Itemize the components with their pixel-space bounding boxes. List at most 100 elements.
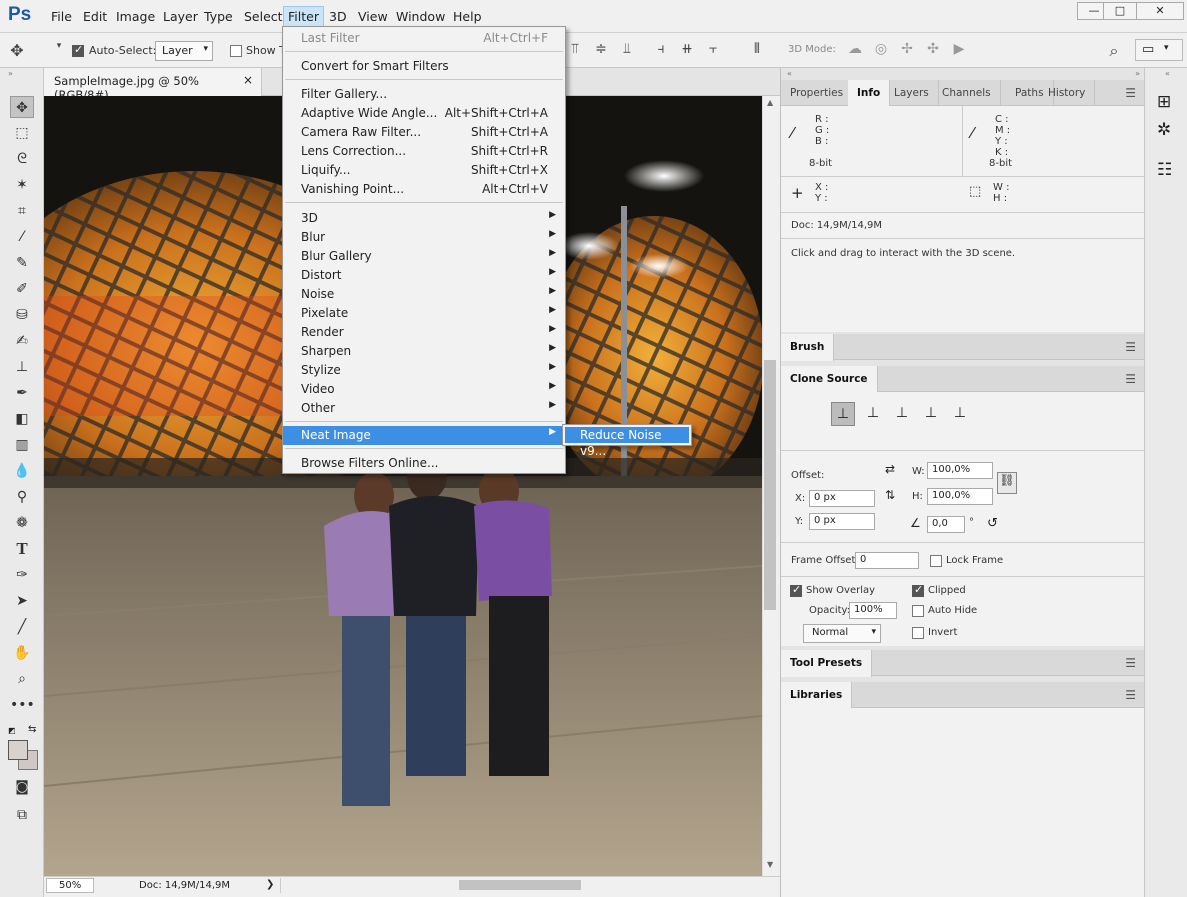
screen-mode-icon[interactable]: ⧉ <box>10 804 34 826</box>
path-selection-tool-icon[interactable]: ➤ <box>10 590 34 612</box>
zoom-tool-icon[interactable]: ⌕ <box>10 668 34 690</box>
panel-menu-icon[interactable]: ☰ <box>1125 656 1136 670</box>
tab-clone-source[interactable]: Clone Source <box>781 366 878 393</box>
height-scale-input[interactable]: 100,0% <box>927 488 993 505</box>
menu-item-liquify[interactable]: Liquify... Shift+Ctrl+X <box>283 161 565 180</box>
clone-source-3-icon[interactable]: ⊥ <box>890 402 914 426</box>
drag-3d-icon[interactable]: ✢ <box>898 41 916 59</box>
distribute-icon[interactable]: ⫴ <box>748 41 766 59</box>
eyedropper-tool-icon[interactable]: ⁄ <box>10 226 34 248</box>
panel-menu-icon[interactable]: ☰ <box>1125 688 1136 702</box>
link-chain-icon[interactable]: ⛓ <box>997 472 1017 494</box>
panel-menu-icon[interactable]: ☰ <box>1125 372 1136 386</box>
menu-item-distort[interactable]: Distort ▶ <box>283 266 565 285</box>
menu-view[interactable]: View <box>355 9 391 24</box>
tab-channels[interactable]: Channels <box>933 80 1001 106</box>
flip-horizontal-icon[interactable]: ⇄ <box>885 462 895 476</box>
history-brush-tool-icon[interactable]: ✍ <box>10 330 34 352</box>
tab-brush[interactable]: Brush <box>781 334 835 361</box>
eraser-tool-icon[interactable]: ◧ <box>10 408 34 430</box>
y-offset-input[interactable]: 0 px <box>809 513 875 530</box>
menu-layer[interactable]: Layer <box>160 9 201 24</box>
scroll-up-icon[interactable]: ▲ <box>767 98 773 107</box>
gradient-tool-icon[interactable]: ▥ <box>10 434 34 456</box>
scroll-down-icon[interactable]: ▼ <box>767 860 773 869</box>
invert-checkbox[interactable] <box>912 626 924 639</box>
art-history-brush-icon[interactable]: ✒ <box>10 382 34 404</box>
expand-panels-icon[interactable]: « <box>1165 69 1170 78</box>
show-transform-check[interactable] <box>230 44 242 57</box>
menu-item-video[interactable]: Video ▶ <box>283 380 565 399</box>
align-vertical-center-icon[interactable]: ≑ <box>592 41 610 59</box>
menu-item-filter-gallery[interactable]: Filter Gallery... <box>283 85 565 104</box>
horizontal-scrollbar[interactable] <box>280 878 758 893</box>
opacity-input[interactable]: 100% <box>849 602 897 619</box>
menu-window[interactable]: Window <box>393 9 448 24</box>
close-window-button[interactable]: ✕ <box>1136 2 1184 20</box>
lasso-tool-icon[interactable]: ᘓ <box>10 148 34 170</box>
menu-item-browse-filters-online[interactable]: Browse Filters Online... <box>283 454 565 473</box>
menu-select[interactable]: Select <box>241 9 286 24</box>
line-tool-icon[interactable]: ╱ <box>10 616 34 638</box>
move-tool-icon[interactable]: ✥ <box>8 41 26 60</box>
menu-item-convert-smart-filters[interactable]: Convert for Smart Filters <box>283 57 565 76</box>
x-offset-input[interactable]: 0 px <box>809 490 875 507</box>
panel-menu-icon[interactable]: ☰ <box>1125 340 1136 354</box>
width-scale-input[interactable]: 100,0% <box>927 462 993 479</box>
video-3d-icon[interactable]: ▶ <box>950 41 968 59</box>
menu-item-render[interactable]: Render ▶ <box>283 323 565 342</box>
menu-item-camera-raw[interactable]: Camera Raw Filter... Shift+Ctrl+A <box>283 123 565 142</box>
navigator-icon[interactable]: ✲ <box>1157 120 1171 140</box>
menu-image[interactable]: Image <box>113 9 158 24</box>
tab-tool-presets[interactable]: Tool Presets <box>781 650 873 677</box>
histogram-grid-icon[interactable]: ⊞ <box>1157 92 1171 112</box>
swap-colors-icon[interactable]: ⇆ <box>28 724 36 735</box>
hand-tool-icon[interactable]: ✋ <box>10 642 34 664</box>
clipped-checkbox[interactable] <box>912 583 924 597</box>
flip-vertical-icon[interactable]: ⇅ <box>885 488 895 502</box>
menu-item-stylize[interactable]: Stylize ▶ <box>283 361 565 380</box>
menu-item-blur[interactable]: Blur ▶ <box>283 228 565 247</box>
blend-mode-dropdown[interactable]: Normal ▾ <box>803 624 881 643</box>
clone-source-4-icon[interactable]: ⊥ <box>919 402 943 426</box>
menu-item-blur-gallery[interactable]: Blur Gallery ▶ <box>283 247 565 266</box>
quick-mask-icon[interactable]: ◙ <box>10 776 34 798</box>
clone-stamp-tool-icon[interactable]: ⛁ <box>10 304 34 326</box>
blur-tool-icon[interactable]: 💧 <box>10 460 34 482</box>
menu-3d[interactable]: 3D <box>326 9 350 24</box>
menu-item-adaptive-wide-angle[interactable]: Adaptive Wide Angle... Alt+Shift+Ctrl+A <box>283 104 565 123</box>
sponge-tool-icon[interactable]: ❁ <box>10 512 34 534</box>
search-icon[interactable]: ⌕ <box>1105 41 1123 60</box>
pen-tool-icon[interactable]: ✑ <box>10 564 34 586</box>
tab-layers[interactable]: Layers <box>885 80 939 106</box>
workspace-switcher[interactable]: ▭ ▾ <box>1135 39 1183 61</box>
menu-type[interactable]: Type <box>201 9 236 24</box>
zoom-field[interactable]: 50% <box>46 878 94 893</box>
menu-edit[interactable]: Edit <box>80 9 110 24</box>
menu-item-vanishing-point[interactable]: Vanishing Point... Alt+Ctrl+V <box>283 180 565 199</box>
tab-properties[interactable]: Properties <box>781 80 854 106</box>
menu-item-last-filter[interactable]: Last Filter Alt+Ctrl+F <box>283 29 565 48</box>
document-tab[interactable]: SampleImage.jpg @ 50% (RGB/8#) × <box>44 68 262 102</box>
healing-brush-tool-icon[interactable]: ✎ <box>10 252 34 274</box>
slide-3d-icon[interactable]: ✣ <box>924 41 942 59</box>
clone-source-1-icon[interactable]: ⊥ <box>831 402 855 426</box>
collapse-toolbar-icon[interactable]: » <box>8 69 13 78</box>
stamp-tool-icon[interactable]: ⊥ <box>10 356 34 378</box>
type-tool-icon[interactable]: T <box>10 538 34 560</box>
horizontal-scroll-thumb[interactable] <box>459 880 581 890</box>
crop-tool-icon[interactable]: ⌗ <box>10 200 34 222</box>
tab-history[interactable]: History <box>1039 80 1096 106</box>
adjustments-icon[interactable]: ☷ <box>1157 160 1172 180</box>
dodge-tool-icon[interactable]: ⚲ <box>10 486 34 508</box>
menu-filter[interactable]: Filter <box>283 6 324 28</box>
magic-wand-tool-icon[interactable]: ✶ <box>10 174 34 196</box>
reset-transform-icon[interactable]: ↺ <box>987 516 998 531</box>
menu-help[interactable]: Help <box>450 9 485 24</box>
collapse-panels-icon[interactable]: « <box>787 69 792 78</box>
menu-item-pixelate[interactable]: Pixelate ▶ <box>283 304 565 323</box>
layer-dropdown[interactable]: Layer ▾ <box>155 41 213 61</box>
clone-source-5-icon[interactable]: ⊥ <box>948 402 972 426</box>
close-tab-icon[interactable]: × <box>243 73 253 87</box>
align-left-icon[interactable]: ⫞ <box>652 41 670 59</box>
